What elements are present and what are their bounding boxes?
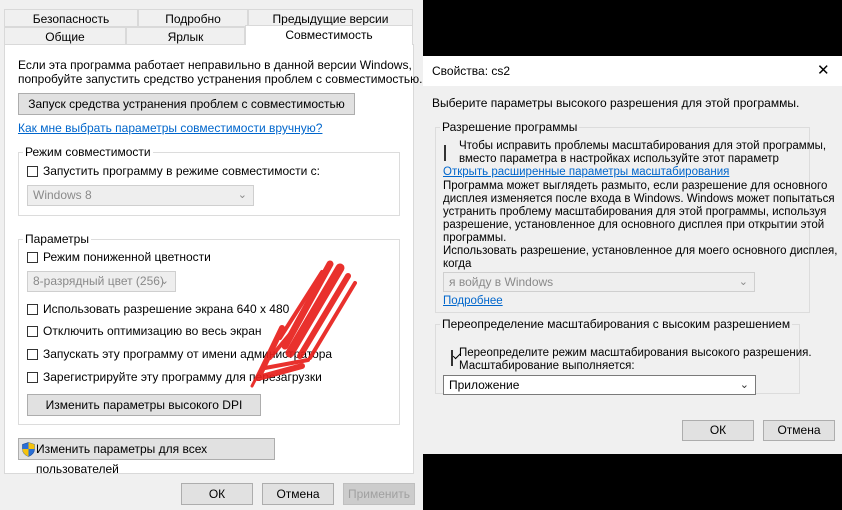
override-label-line2: Масштабирование выполняется:	[459, 360, 635, 372]
use-res-line2: когда	[443, 258, 472, 270]
high-dpi-dialog: Свойства: cs2 ✕ Выберите параметры высок…	[423, 56, 842, 454]
register-restart-checkbox[interactable]	[27, 371, 38, 383]
fullscreen-opt-label: Отключить оптимизацию во весь экран	[43, 324, 262, 338]
fullscreen-opt-checkbox[interactable]	[27, 325, 38, 337]
tab-shortcut[interactable]: Ярлык	[126, 27, 245, 45]
compat-os-dropdown[interactable]: Windows 8 ⌄	[27, 185, 254, 206]
compat-mode-title: Режим совместимости	[23, 145, 153, 159]
manual-settings-link[interactable]: Как мне выбрать параметры совместимости …	[18, 121, 322, 135]
override-title: Переопределение масштабирования с высоки…	[440, 317, 793, 331]
uac-shield-icon	[22, 442, 35, 457]
color-depth-value: 8-разрядный цвет (256)	[33, 274, 164, 288]
compat-mode-row[interactable]: Запустить программу в режиме совместимос…	[27, 164, 320, 178]
fullscreen-opt-row[interactable]: Отключить оптимизацию во весь экран	[27, 324, 262, 338]
compat-mode-checkbox[interactable]	[27, 165, 38, 177]
run-as-admin-checkbox[interactable]	[27, 348, 38, 360]
compat-os-value: Windows 8	[33, 188, 92, 202]
use-res-value: я войду в Windows	[449, 275, 554, 289]
apply-button[interactable]: Применить	[343, 483, 415, 505]
program-res-para-line4: разрешение, установленное для основного …	[443, 219, 825, 231]
red-arrow-annotation	[250, 260, 357, 388]
override-checkbox[interactable]	[451, 350, 453, 366]
scaling-performed-by-dropdown[interactable]: Приложение ⌄	[443, 375, 756, 395]
program-res-label-line2: вместо параметра в настройках используйт…	[459, 153, 779, 165]
program-res-para-line3: устранить проблему масштабирования для э…	[443, 206, 827, 218]
advanced-scaling-link[interactable]: Открыть расширенные параметры масштабиро…	[443, 166, 729, 179]
chevron-down-icon: ⌄	[738, 276, 748, 288]
dialog-title: Свойства: cs2	[432, 64, 511, 78]
use-res-line1: Использовать разрешение, установленное д…	[443, 245, 838, 257]
close-icon[interactable]: ✕	[817, 61, 830, 79]
all-users-button[interactable]: Изменить параметры для всех пользователе…	[18, 438, 275, 476]
intro-text-line1: Если эта программа работает неправильно …	[18, 58, 412, 72]
params-title: Параметры	[23, 232, 91, 246]
chevron-down-icon: ⌄	[159, 275, 169, 287]
tab-security[interactable]: Безопасность	[4, 9, 138, 27]
use-res-dropdown[interactable]: я войду в Windows ⌄	[443, 272, 755, 292]
cancel-button[interactable]: Отмена	[262, 483, 334, 505]
override-label-line1: Переопределите режим масштабирования выс…	[459, 347, 812, 359]
change-dpi-button[interactable]: Изменить параметры высокого DPI	[27, 394, 261, 416]
chevron-down-icon: ⌄	[237, 189, 247, 201]
ok-button[interactable]: ОК	[181, 483, 253, 505]
program-res-label-line1: Чтобы исправить проблемы масштабирования…	[459, 140, 827, 152]
program-res-checkbox[interactable]	[444, 145, 446, 161]
program-res-para-line5: программы.	[443, 232, 507, 244]
program-res-para-line2: дисплея изменяется после входа в Windows…	[443, 193, 835, 205]
res-640-checkbox[interactable]	[27, 303, 38, 315]
color-depth-dropdown[interactable]: 8-разрядный цвет (256) ⌄	[27, 271, 176, 292]
program-res-title: Разрешение программы	[440, 120, 580, 134]
run-troubleshooter-button[interactable]: Запуск средства устранения проблем с сов…	[18, 93, 355, 115]
more-info-link[interactable]: Подробнее	[443, 295, 503, 308]
dialog-titlebar: Свойства: cs2 ✕	[423, 56, 842, 86]
reduced-color-label: Режим пониженной цветности	[43, 250, 211, 264]
chevron-down-icon: ⌄	[739, 379, 749, 391]
dialog-ok-button[interactable]: ОК	[682, 420, 754, 441]
dialog-cancel-button[interactable]: Отмена	[763, 420, 835, 441]
compat-mode-group	[18, 152, 400, 216]
tab-general[interactable]: Общие	[4, 27, 126, 45]
reduced-color-checkbox[interactable]	[27, 251, 38, 263]
tab-details[interactable]: Подробно	[138, 9, 248, 27]
properties-window-compatibility: Безопасность Подробно Предыдущие версии …	[0, 0, 423, 510]
scaling-performed-by-value: Приложение	[449, 378, 520, 392]
intro-text-line2: попробуйте запустить средство устранения…	[18, 72, 423, 86]
compat-mode-label: Запустить программу в режиме совместимос…	[43, 164, 320, 178]
tab-compatibility[interactable]: Совместимость	[245, 25, 413, 45]
reduced-color-row[interactable]: Режим пониженной цветности	[27, 250, 211, 264]
program-res-para-line1: Программа может выглядеть размыто, если …	[443, 180, 828, 192]
dialog-heading: Выберите параметры высокого разрешения д…	[432, 96, 800, 110]
